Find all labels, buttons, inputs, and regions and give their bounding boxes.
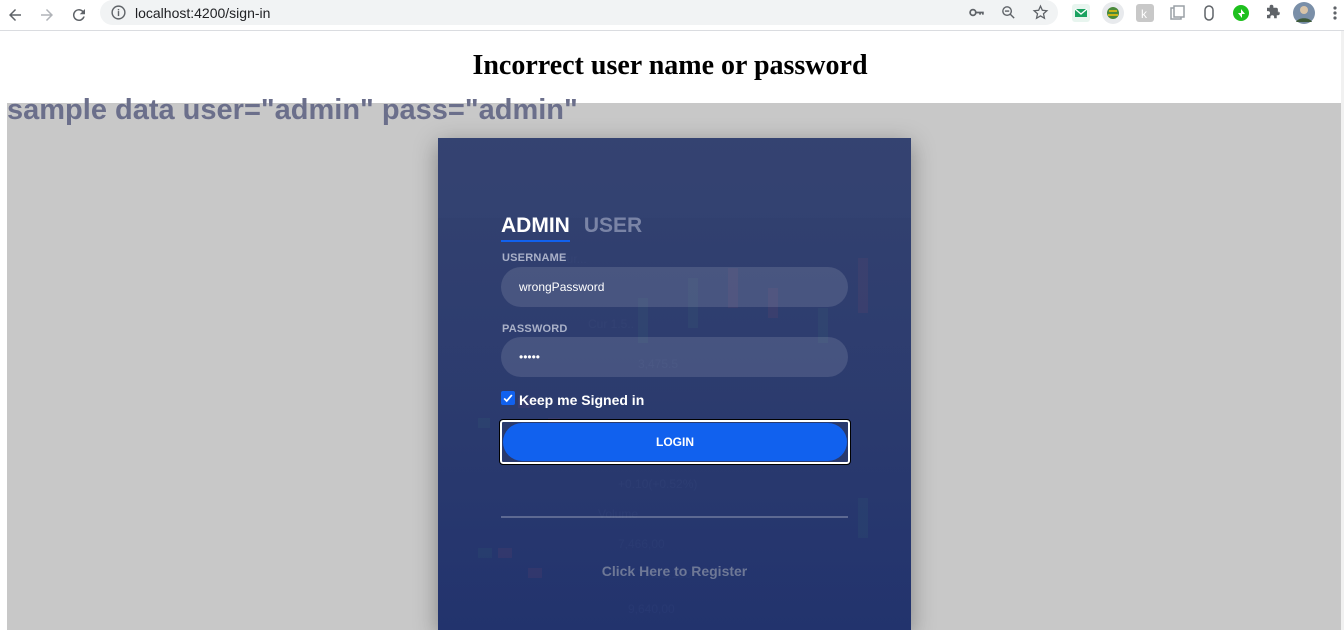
more-vert-icon (1333, 6, 1337, 20)
puzzle-icon[interactable] (1264, 4, 1282, 22)
green-extension-icon[interactable] (1232, 4, 1250, 22)
password-input[interactable] (501, 337, 848, 377)
card-overlay (438, 138, 911, 630)
sample-data-hint: sample data user="admin" pass="admin" (7, 94, 578, 126)
arrow-right-icon (41, 9, 53, 21)
keep-signed-in-label[interactable]: Keep me Signed in (519, 392, 644, 408)
divider (501, 516, 848, 518)
checkmark-icon (503, 394, 513, 403)
username-label: USERNAME (502, 252, 567, 264)
star-icon[interactable] (1032, 4, 1049, 21)
menu-button[interactable] (1326, 4, 1344, 22)
password-label: PASSWORD (502, 323, 568, 335)
login-card: Cur...Cur 1.5..3,475.5 Volume7,466,007,4… (438, 138, 911, 630)
docs-extension-icon[interactable] (1168, 4, 1186, 22)
register-link[interactable]: Click Here to Register (438, 563, 911, 579)
zoom-icon[interactable] (1000, 4, 1017, 21)
globe-extension-icon[interactable] (1102, 2, 1124, 24)
back-button[interactable] (3, 3, 27, 27)
login-tabs: ADMIN USER (501, 214, 642, 242)
key-icon[interactable] (968, 4, 985, 21)
address-bar[interactable]: localhost:4200/sign-in (100, 0, 1058, 25)
arrow-left-icon (9, 9, 21, 21)
username-input[interactable] (501, 267, 848, 307)
profile-avatar[interactable] (1293, 2, 1315, 24)
mouse-extension-icon[interactable] (1200, 4, 1218, 22)
login-button[interactable]: LOGIN (503, 423, 847, 461)
keep-signed-in-checkbox[interactable] (501, 391, 515, 405)
url-text: localhost:4200/sign-in (135, 5, 271, 21)
tab-admin[interactable]: ADMIN (501, 214, 570, 242)
error-message: Incorrect user name or password (472, 50, 868, 81)
tab-user[interactable]: USER (584, 214, 642, 242)
svg-text:k: k (1141, 7, 1148, 21)
k-extension-icon[interactable]: k (1136, 4, 1154, 22)
browser-toolbar: localhost:4200/sign-in k (0, 0, 1344, 31)
reload-icon (72, 9, 85, 22)
reload-button[interactable] (67, 3, 91, 27)
mail-extension-icon[interactable] (1072, 4, 1090, 22)
forward-button[interactable] (35, 3, 59, 27)
info-icon[interactable] (110, 4, 127, 21)
